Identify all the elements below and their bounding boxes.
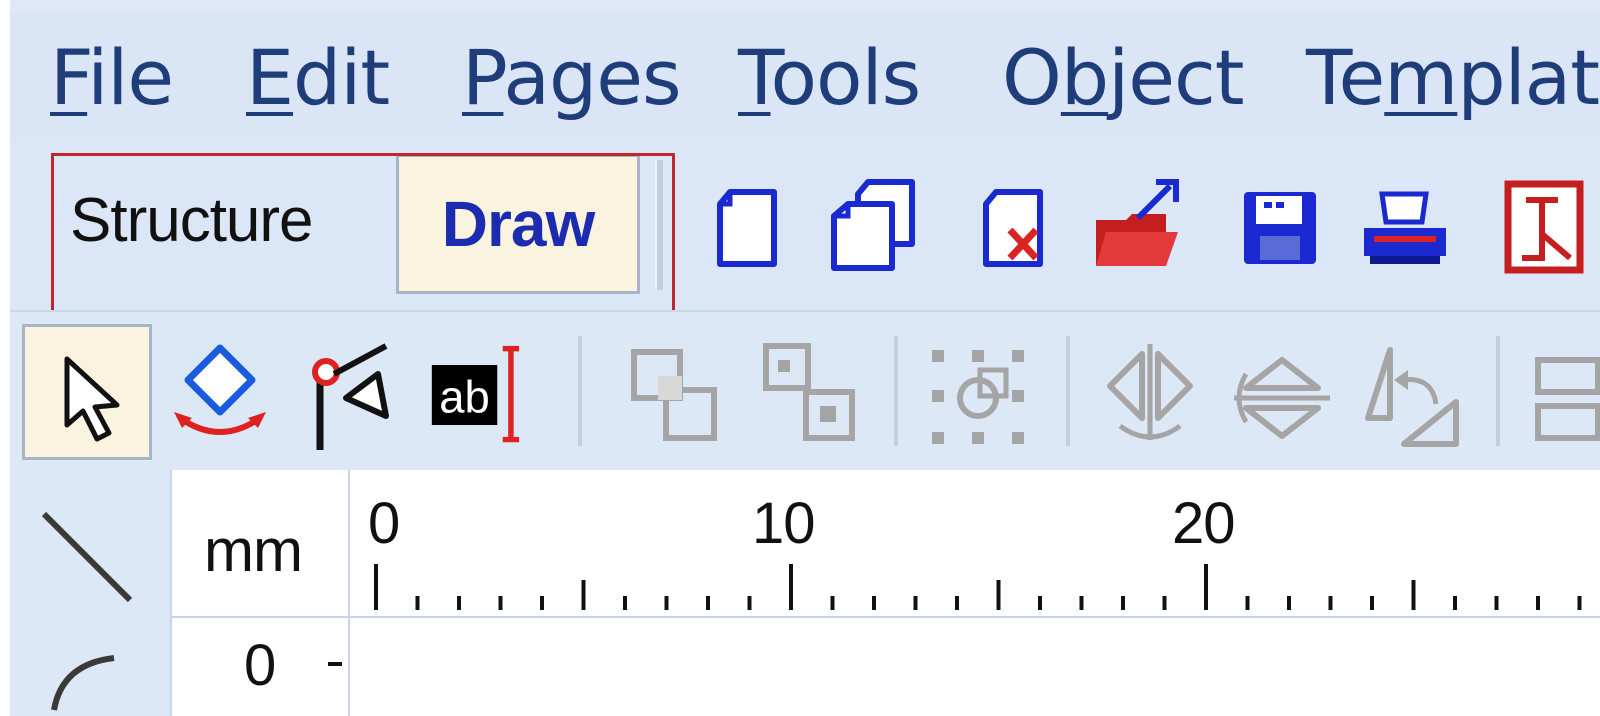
arc-tool-icon[interactable] [44,650,134,716]
ungroup-icon[interactable] [758,340,858,450]
application-window: File Edit Pages Tools Object Templat Str… [10,0,1600,716]
menu-edit[interactable]: Edit [246,38,390,118]
vertical-ruler: 0 [172,618,350,716]
toolbar-separator [894,336,898,446]
flip-horizontal-icon[interactable] [1232,340,1332,450]
shape-tools-panel [10,470,172,716]
toolbar-separator [578,336,582,446]
ruler-ticks [374,564,1582,610]
toolbar-separator [1496,336,1500,446]
select-arrow-icon [64,356,120,442]
pdf-icon[interactable] [1500,174,1590,274]
select-tool-button[interactable] [22,324,152,460]
menu-template[interactable]: Templat [1306,38,1600,118]
horizontal-ruler: mm 0 10 20 [172,470,1600,618]
vertical-ruler-tick [328,662,342,666]
line-tool-icon[interactable] [34,504,144,614]
svg-text:ab: ab [439,371,490,422]
save-icon[interactable] [1236,174,1326,274]
ruler-unit-label: mm [204,517,303,584]
arrange-icon[interactable] [928,340,1028,450]
tab-structure[interactable]: Structure [70,185,314,256]
delete-page-icon[interactable] [974,174,1064,274]
rotate-90-icon[interactable] [1360,340,1460,450]
group-icon[interactable] [624,340,724,450]
drawing-canvas[interactable] [350,618,1600,716]
open-folder-icon[interactable] [1092,174,1182,274]
menu-pages[interactable]: Pages [462,38,682,118]
text-box-icon[interactable]: ab [430,340,530,450]
draw-toolbar: ab [10,310,1600,472]
duplicate-page-icon[interactable] [828,174,918,274]
menu-tools[interactable]: Tools [738,38,921,118]
flip-vertical-icon[interactable] [1100,340,1200,450]
rotate-object-icon[interactable] [170,340,270,450]
toolbar-separator [1066,336,1070,446]
new-page-icon[interactable] [708,174,798,274]
connector-icon[interactable] [306,340,406,450]
align-icon[interactable] [1530,340,1600,450]
ruler-corner: mm [172,470,350,616]
vertical-ruler-tick-label: 0 [244,633,277,698]
main-toolbar: Structure Draw [10,140,1600,319]
toolbar-separator [655,160,663,290]
menu-file[interactable]: File [50,38,174,118]
tab-draw[interactable]: Draw [396,154,640,294]
print-icon[interactable] [1360,174,1450,274]
menu-bar: File Edit Pages Tools Object Templat [10,12,1600,140]
menu-object[interactable]: Object [1002,38,1245,118]
